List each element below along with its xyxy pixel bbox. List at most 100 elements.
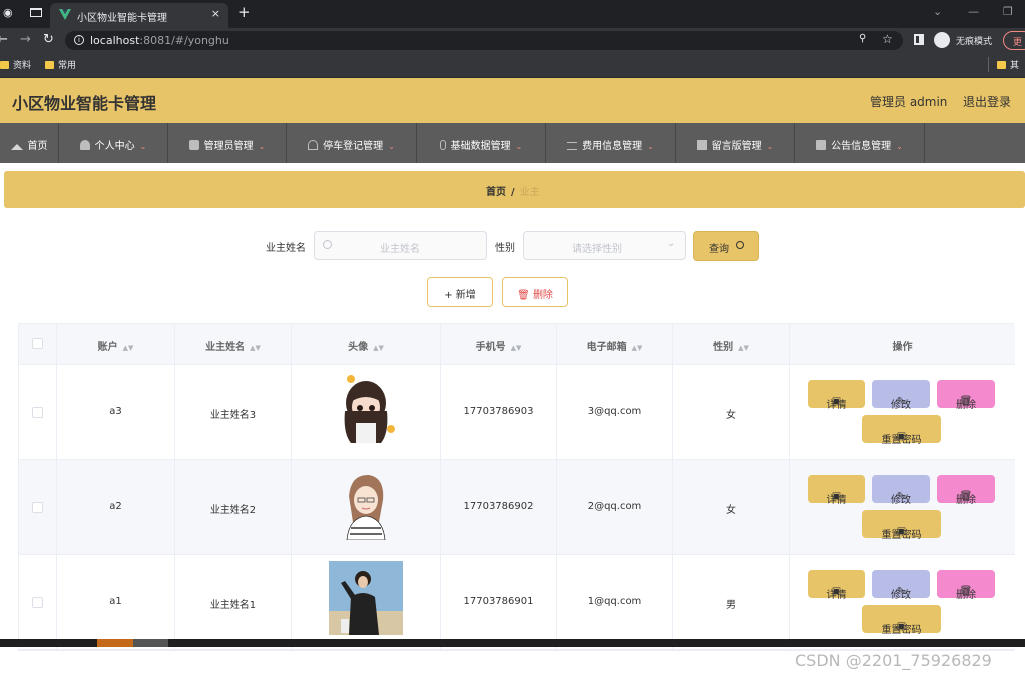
forward-icon[interactable]: → [20,32,31,47]
gender-select[interactable]: 请选择性别 ⌄ [523,231,686,260]
row-checkbox[interactable] [32,597,43,608]
owner-name-input[interactable]: 业主姓名 [314,231,487,260]
reset-password-button[interactable]: ▣ 重置密码 [862,510,941,541]
chevron-down-icon[interactable]: ⌄ [933,5,942,18]
cell-account: a2 [57,460,175,554]
column-header-phone[interactable]: 手机号 ▲▼ [441,324,557,364]
avatar-image[interactable] [329,371,403,445]
add-button-label: + 新增 [444,290,476,301]
column-header-account[interactable]: 账户 ▲▼ [57,324,175,364]
globe-icon[interactable]: ◉ [3,6,13,19]
menu-item-home[interactable]: 首页 [0,123,59,163]
active-tab[interactable]: 小区物业智能卡管理 × [50,3,228,28]
reload-icon[interactable]: ↻ [43,32,54,47]
restore-icon[interactable]: ❐ [1003,5,1013,18]
delete-button[interactable]: 🗑 删除 [937,570,995,601]
breadcrumb: 首页 / 业主 [486,183,540,198]
delete-button[interactable]: 🗑 删除 [937,475,995,506]
row-select-cell [19,365,57,459]
sliders-icon [567,142,578,150]
menu-item-admin-management[interactable]: 管理员管理 ⌄ [168,123,287,163]
taskbar-item[interactable] [97,639,133,647]
sort-icon[interactable]: ▲▼ [373,344,384,352]
info-icon[interactable]: i [74,35,84,45]
menu-item-personal-center[interactable]: 个人中心 ⌄ [59,123,168,163]
sort-icon[interactable]: ▲▼ [632,344,643,352]
minimize-icon[interactable]: — [968,5,979,18]
new-tab-button[interactable]: + [238,5,251,20]
cell-avatar [292,460,441,554]
detail-button[interactable]: ▣ 详情 [808,475,865,506]
bookmark-folder-ziliao[interactable]: 资料 [0,58,31,71]
bookmark-folder-other[interactable]: 其 [997,58,1019,71]
avatar-image[interactable] [329,561,403,635]
edit-button[interactable]: ✎ 修改 [872,475,930,506]
breadcrumb-separator: / [511,187,515,198]
sidebar-icon[interactable] [914,34,924,45]
row-checkbox[interactable] [32,407,43,418]
column-header-gender[interactable]: 性别 ▲▼ [673,324,790,364]
star-icon[interactable]: ☆ [882,32,893,46]
detail-button[interactable]: ▣ 详情 [808,380,865,411]
menu-item-fee-management[interactable]: 费用信息管理 ⌄ [546,123,676,163]
search-icon [323,240,332,249]
column-header-owner-name[interactable]: 业主姓名 ▲▼ [175,324,292,364]
cell-email: 3@qq.com [557,365,673,459]
detail-button[interactable]: ▣ 详情 [808,570,865,601]
bookmark-folder-changyong[interactable]: 常用 [45,58,76,71]
window-icon[interactable] [30,8,42,17]
sort-icon[interactable]: ▲▼ [250,344,261,352]
avatar-image[interactable] [329,466,403,540]
column-header-actions: 操作 [892,342,913,353]
table-row: a1 业主姓名1 17703786901 1@qq.com 男 ▣ 详情 ✎ 修… [19,555,1015,650]
reset-password-button[interactable]: ▣ 重置密码 [862,605,941,636]
home-icon [10,144,23,150]
menu-item-parking-management[interactable]: 停车登记管理 ⌄ [287,123,417,163]
edit-button[interactable]: ✎ 修改 [872,380,930,411]
cell-phone: 17703786901 [441,555,557,649]
add-button[interactable]: + 新增 [427,277,493,307]
select-all-checkbox[interactable] [32,338,43,349]
cell-gender: 男 [673,555,790,649]
delete-button[interactable]: 🗑 删除 [937,380,995,411]
cell-email: 2@qq.com [557,460,673,554]
menu-item-notice-management[interactable]: 公告信息管理 ⌄ [795,123,925,163]
sort-icon[interactable]: ▲▼ [738,344,749,352]
back-icon[interactable]: ← [0,32,8,47]
cell-actions: ▣ 详情 ✎ 修改 🗑 删除 ▣ 重置密码 [790,365,1015,459]
cell-email: 1@qq.com [557,555,673,649]
menu-item-basic-data-management[interactable]: 基础数据管理 ⌄ [417,123,546,163]
batch-delete-button[interactable]: 🗑 删除 [502,277,568,307]
trash-icon: 🗑 [517,290,533,301]
key-icon[interactable]: ⚲ [859,33,866,44]
vue-logo-icon [59,9,71,20]
search-icon [736,241,744,249]
query-button[interactable]: 查询 [693,231,759,261]
taskbar-item[interactable] [133,639,168,647]
url-input[interactable]: i localhost:8081/#/yonghu ⚲ ☆ [65,31,903,50]
browser-tab-bar: ◉ 小区物业智能卡管理 × + ⌄ — ❐ [0,0,1025,28]
table-header-row: 账户 ▲▼ 业主姓名 ▲▼ 头像 ▲▼ 手机号 ▲▼ 电子邮箱 ▲▼ 性别 ▲▼ 操作 [19,324,1015,365]
menu-item-message-board-management[interactable]: 留言版管理 ⌄ [676,123,795,163]
close-tab-icon[interactable]: × [211,7,220,20]
sort-icon[interactable]: ▲▼ [123,344,134,352]
batch-delete-button-label: 🗑 删除 [517,290,553,301]
chevron-down-icon: ⌄ [139,142,147,151]
chevron-down-icon: ⌄ [667,238,676,249]
update-button[interactable]: 更 [1003,31,1025,50]
folder-icon [997,61,1006,69]
sort-icon[interactable]: ▲▼ [511,344,522,352]
cell-phone: 17703786902 [441,460,557,554]
logout-link[interactable]: 退出登录 [963,93,1011,110]
column-header-avatar[interactable]: 头像 ▲▼ [292,324,441,364]
breadcrumb-home[interactable]: 首页 [486,187,506,198]
row-checkbox[interactable] [32,502,43,513]
table-row: a3 业主姓名3 17703786903 3@qq.com 女 ▣ 详情 ✎ 修… [19,365,1015,460]
column-header-email[interactable]: 电子邮箱 ▲▼ [557,324,673,364]
reset-password-button[interactable]: ▣ 重置密码 [862,415,941,446]
cell-gender: 女 [673,460,790,554]
folder-icon [45,61,54,69]
edit-button[interactable]: ✎ 修改 [872,570,930,601]
gender-placeholder: 请选择性别 [572,244,622,255]
row-select-cell [19,460,57,554]
